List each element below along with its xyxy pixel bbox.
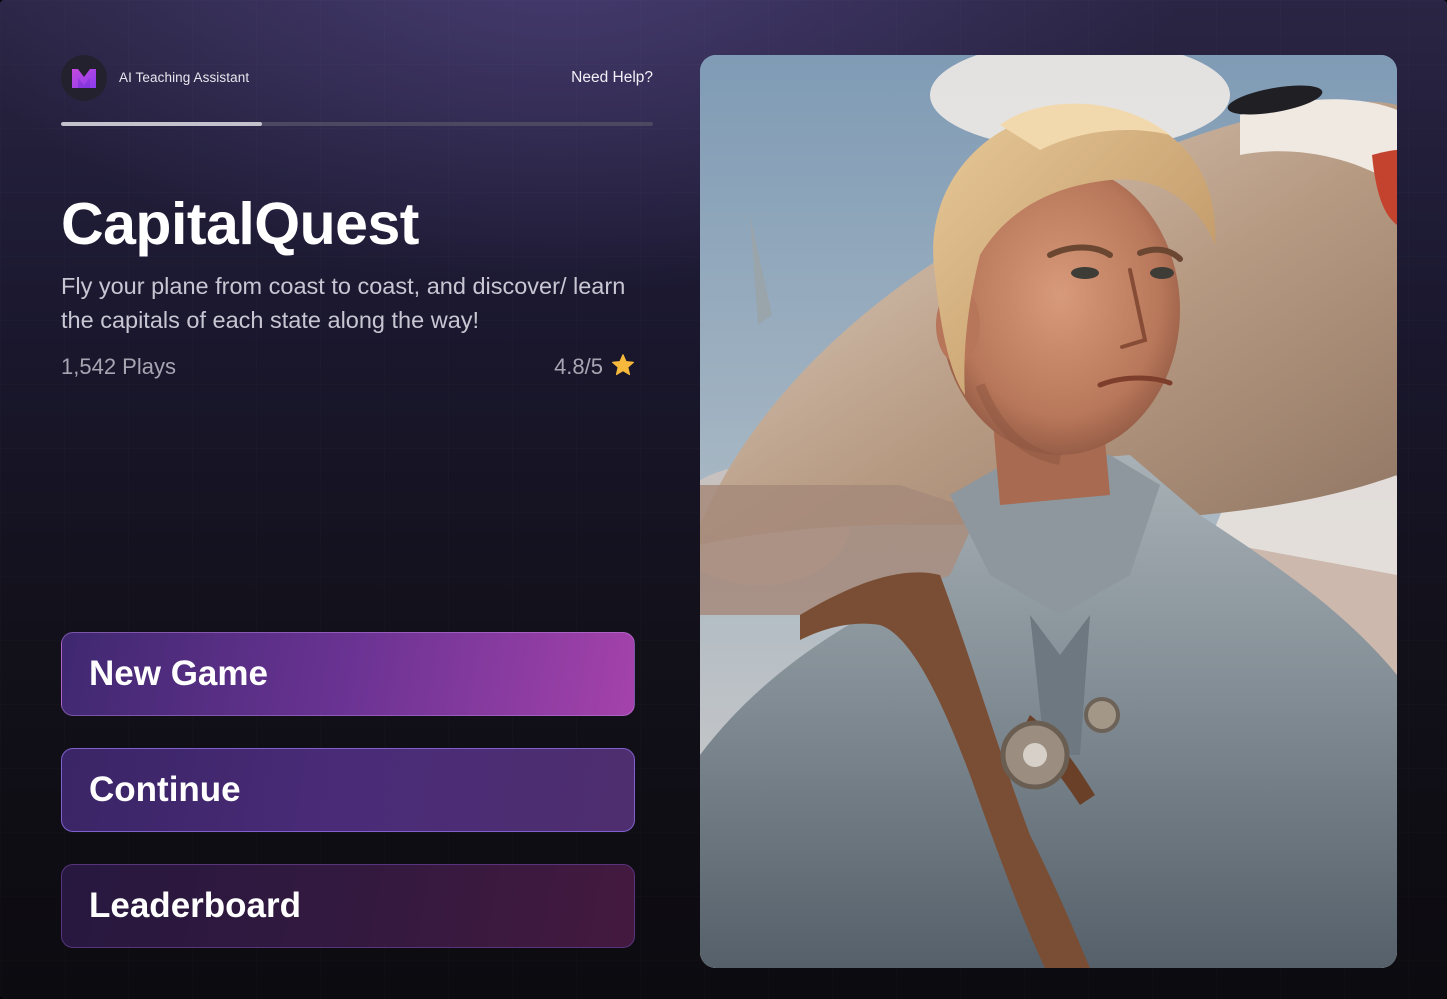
new-game-button[interactable]: New Game xyxy=(61,632,635,716)
app-window: AI Teaching Assistant Need Help? Capital… xyxy=(0,0,1447,999)
leaderboard-button[interactable]: Leaderboard xyxy=(61,864,635,948)
play-count: 1,542 Plays xyxy=(61,354,176,379)
need-help-link[interactable]: Need Help? xyxy=(571,69,653,87)
progress-bar xyxy=(61,122,653,126)
rating: 4.8/5 xyxy=(554,354,635,380)
progress-bar-fill xyxy=(61,122,263,126)
brand-label: AI Teaching Assistant xyxy=(119,70,250,85)
continue-button[interactable]: Continue xyxy=(61,748,635,832)
game-description: Fly your plane from coast to coast, and … xyxy=(61,273,626,333)
m-logo-icon xyxy=(72,69,96,88)
logo[interactable] xyxy=(61,55,107,101)
star-icon xyxy=(612,354,634,376)
game-title: CapitalQuest xyxy=(61,191,419,257)
rating-value: 4.8/5 xyxy=(554,354,603,379)
hero-image xyxy=(700,55,1397,968)
pilot-illustration xyxy=(700,55,1397,968)
